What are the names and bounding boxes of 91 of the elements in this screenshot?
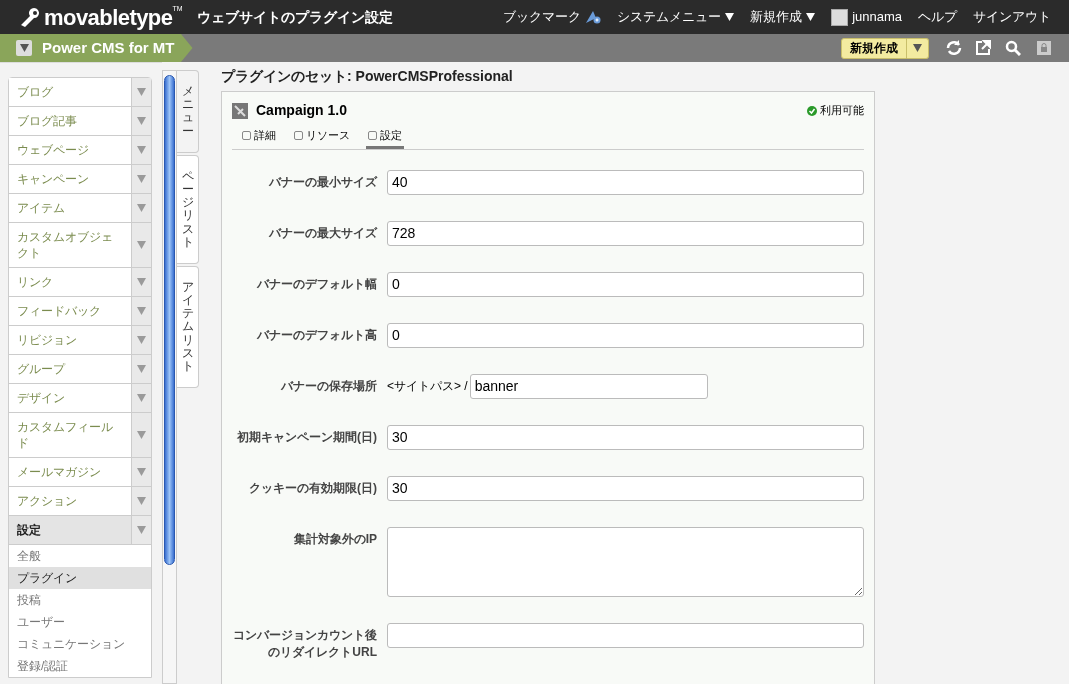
caret-icon — [137, 117, 146, 125]
new-dropdown-button[interactable] — [907, 37, 929, 59]
caret-icon — [725, 13, 735, 21]
field-label: バナーの最小サイズ — [269, 173, 377, 191]
menu-item[interactable]: アイテム — [9, 194, 151, 223]
caret-icon — [137, 394, 146, 402]
check-circle-icon — [807, 105, 817, 116]
menu-item[interactable]: ウェブページ — [9, 136, 151, 165]
submenu-item[interactable]: コミュニケーション — [9, 633, 151, 655]
side-tab[interactable]: アイテムリスト — [177, 265, 199, 389]
field-label: バナーのデフォルト高 — [257, 326, 377, 344]
caret-icon — [19, 44, 29, 52]
caret-icon — [137, 307, 146, 315]
field-label: バナーのデフォルト幅 — [257, 275, 377, 293]
lock-icon[interactable] — [1037, 41, 1051, 55]
logo-text: movabletype — [44, 3, 173, 32]
caret-icon — [913, 44, 922, 52]
text-input[interactable]: 30 — [387, 424, 864, 450]
tab-icon — [242, 130, 251, 140]
text-input[interactable]: 728 — [387, 220, 864, 246]
menu-item[interactable]: ブログ記事 — [9, 107, 151, 136]
side-tab[interactable]: ページリスト — [177, 154, 199, 264]
submenu-item[interactable]: プラグイン — [9, 567, 151, 589]
text-input[interactable]: 0 — [387, 322, 864, 348]
scrollbar-thumb[interactable] — [164, 75, 175, 565]
caret-icon — [137, 175, 146, 183]
menu-item[interactable]: キャンペーン — [9, 165, 151, 194]
section-heading: プラグインのセット: PowerCMSProfessional — [221, 67, 514, 86]
submenu-item[interactable]: 全般 — [9, 545, 151, 567]
tab-icon — [368, 130, 377, 140]
menu-item[interactable]: カスタムオブジェクト — [9, 223, 151, 268]
caret-icon — [137, 278, 146, 286]
external-link-icon[interactable] — [975, 40, 991, 56]
submenu-item[interactable]: ユーザー — [9, 611, 151, 633]
header-link[interactable]: ヘルプ — [918, 7, 957, 27]
header-link[interactable]: ブックマーク — [503, 7, 582, 27]
menu-item[interactable]: メールマガジン — [9, 458, 151, 487]
text-input[interactable]: 40 — [387, 169, 864, 195]
caret-icon — [137, 497, 146, 505]
plugin-tab[interactable]: 詳細 — [240, 127, 278, 149]
menu-item[interactable]: デザイン — [9, 384, 151, 413]
header-link[interactable]: junnama — [852, 7, 902, 27]
refresh-icon[interactable] — [945, 39, 963, 57]
menu-item[interactable]: ブログ — [9, 78, 151, 107]
caret-icon — [137, 88, 146, 96]
field-label: 初期キャンペーン期間(日) — [237, 428, 377, 446]
search-icon[interactable] — [1005, 40, 1021, 56]
text-input[interactable]: banner — [469, 373, 708, 399]
plugin-tab[interactable]: 設定 — [366, 127, 404, 149]
header-link[interactable]: 新規作成 — [750, 7, 803, 27]
plugin-name: Campaign 1.0 — [256, 101, 348, 120]
text-input[interactable]: 0 — [387, 271, 864, 297]
menu-item[interactable]: リビジョン — [9, 326, 151, 355]
caret-icon — [137, 468, 146, 476]
field-label: クッキーの有効期限(日) — [249, 479, 377, 497]
caret-icon — [137, 146, 146, 154]
bookmark-plus-icon — [585, 10, 602, 24]
caret-icon — [137, 336, 146, 344]
prefix-text: <サイトパス> / — [387, 378, 468, 395]
plugin-tab[interactable]: リソース — [292, 127, 352, 149]
menu-item[interactable]: グループ — [9, 355, 151, 384]
header-link[interactable]: システムメニュー — [617, 7, 722, 27]
text-input[interactable] — [387, 622, 864, 648]
caret-icon — [806, 13, 816, 21]
menu-item[interactable]: 設定 — [9, 516, 151, 545]
page-title: ウェブサイトのプラグイン設定 — [196, 7, 393, 27]
caret-icon — [137, 241, 146, 249]
submenu-item[interactable]: 投稿 — [9, 589, 151, 611]
field-label: バナーの最大サイズ — [269, 224, 377, 242]
field-label: バナーの保存場所 — [281, 377, 377, 395]
textarea-input[interactable] — [387, 526, 864, 597]
caret-icon — [137, 365, 146, 373]
plugin-icon — [232, 102, 248, 119]
field-label: コンバージョンカウント後のリダイレクトURL — [232, 626, 377, 661]
new-button[interactable]: 新規作成 — [841, 37, 907, 59]
menu-item[interactable]: フィードバック — [9, 297, 151, 326]
menu-item[interactable]: リンク — [9, 268, 151, 297]
caret-icon — [137, 204, 146, 212]
site-name: Power CMS for MT — [42, 37, 175, 58]
field-label: 集計対象外のIP — [293, 530, 377, 548]
text-input[interactable]: 30 — [387, 475, 864, 501]
status-text: 利用可能 — [820, 103, 864, 119]
menu-item[interactable]: カスタムフィールド — [9, 413, 151, 458]
header-link[interactable]: サインアウト — [973, 7, 1051, 27]
submenu-item[interactable]: 登録/認証 — [9, 655, 151, 677]
caret-icon — [137, 526, 146, 534]
caret-icon — [137, 431, 146, 439]
side-tab[interactable]: メニュー — [177, 70, 199, 153]
avatar-icon — [831, 8, 849, 26]
menu-item[interactable]: アクション — [9, 487, 151, 516]
tab-icon — [294, 130, 303, 140]
